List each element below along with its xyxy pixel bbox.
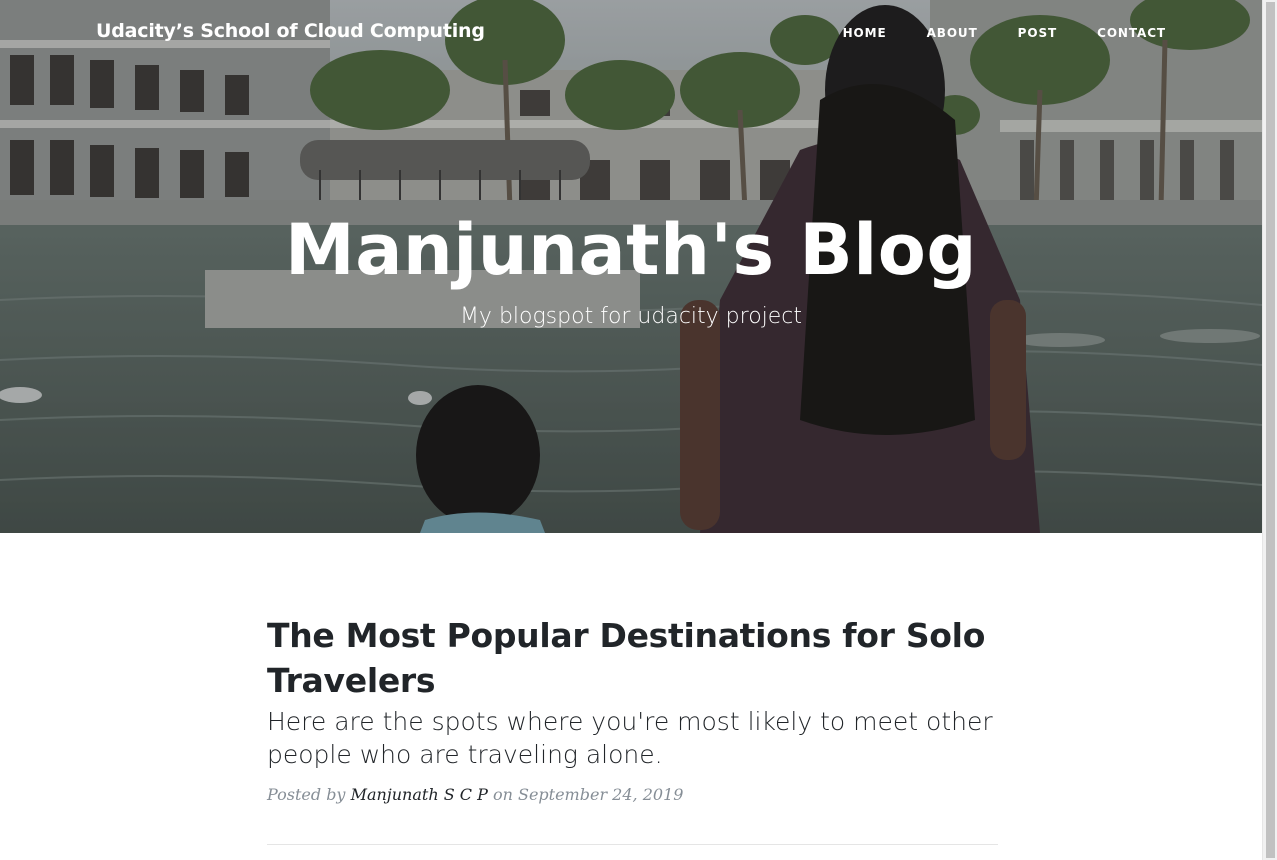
post-subtitle[interactable]: Here are the spots where you're most lik… (267, 705, 998, 771)
scrollbar-thumb[interactable] (1266, 2, 1275, 858)
post-meta-date-prefix: on (492, 785, 513, 804)
page: Udacity’s School of Cloud Computing HOME… (0, 0, 1277, 860)
nav-link-contact[interactable]: CONTACT (1077, 26, 1166, 40)
site-heading: Manjunath's Blog My blogspot for udacity… (0, 200, 1262, 332)
navbar: Udacity’s School of Cloud Computing HOME… (0, 0, 1262, 66)
post-meta: Posted by Manjunath S C P on September 2… (267, 783, 998, 807)
navbar-brand-link[interactable]: Udacity’s School of Cloud Computing (96, 20, 485, 42)
nav-link-home[interactable]: HOME (823, 26, 907, 40)
post-meta-prefix: Posted by (267, 785, 346, 804)
post-date: September 24, 2019 (517, 785, 684, 804)
site-subtitle: My blogspot for udacity project (459, 304, 803, 329)
masthead-hero: Udacity’s School of Cloud Computing HOME… (0, 0, 1262, 533)
post-author-link[interactable]: Manjunath S C P (351, 785, 488, 804)
post-title[interactable]: The Most Popular Destinations for Solo T… (267, 613, 998, 703)
post-divider (267, 844, 998, 845)
post-link[interactable]: The Most Popular Destinations for Solo T… (267, 613, 998, 771)
navbar-links: HOME ABOUT POST CONTACT (823, 26, 1166, 40)
nav-link-post[interactable]: POST (998, 26, 1077, 40)
post-preview: The Most Popular Destinations for Solo T… (267, 613, 998, 807)
vertical-scrollbar[interactable] (1262, 0, 1277, 860)
site-title: Manjunath's Blog (285, 209, 977, 291)
nav-link-about[interactable]: ABOUT (907, 26, 998, 40)
